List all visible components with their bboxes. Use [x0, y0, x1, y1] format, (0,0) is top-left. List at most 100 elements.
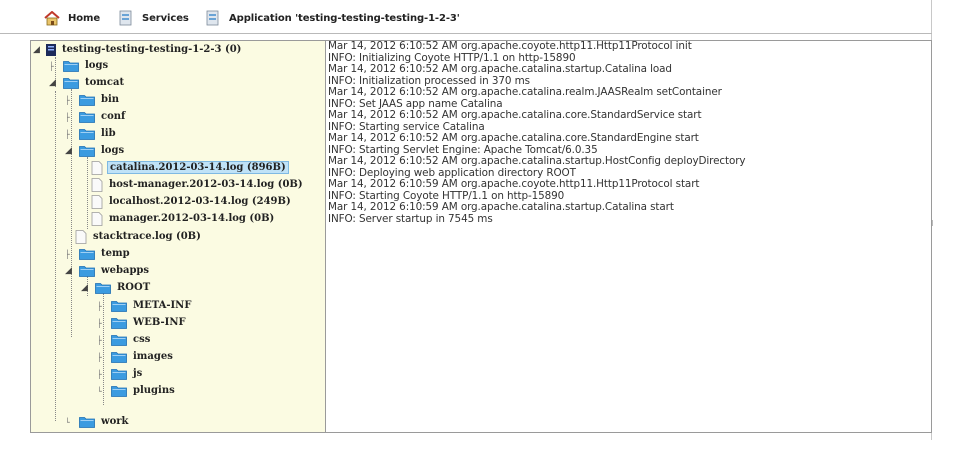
tree-node-label: temp [101, 248, 130, 259]
tree-node-label: testing-testing-testing-1-2-3 (0) [62, 44, 242, 55]
tree-connector [55, 91, 56, 421]
tree-node-label: tomcat [85, 77, 125, 88]
tree-node-folder[interactable]: ├ lib [65, 125, 118, 142]
tree-node-folder[interactable]: ├ WEB-INF [97, 314, 188, 331]
tree-node-label: js [133, 368, 143, 379]
tree-node-folder[interactable]: ├ logs [49, 57, 110, 74]
tree-node-label: manager.2012-03-14.log (0B) [109, 213, 275, 224]
collapsed-toggle-icon[interactable]: └ [97, 386, 111, 396]
window-edge-marker [932, 220, 933, 226]
log-line: Mar 14, 2012 6:10:52 AM org.apache.coyot… [328, 41, 692, 52]
tree-node-folder[interactable]: ├ temp [65, 245, 132, 262]
folder-icon [79, 248, 95, 260]
expanded-toggle-icon[interactable]: ◢ [65, 146, 79, 156]
tree-node-file[interactable]: catalina.2012-03-14.log (896B) [91, 159, 289, 176]
tree-node-label: conf [101, 111, 126, 122]
folder-icon [79, 145, 95, 157]
folder-icon [111, 368, 127, 380]
log-line: Mar 14, 2012 6:10:52 AM org.apache.catal… [328, 86, 722, 98]
collapsed-toggle-icon[interactable]: ├ [97, 301, 111, 311]
log-line: Mar 14, 2012 6:10:52 AM org.apache.catal… [328, 155, 746, 167]
tree-node-label: ROOT [117, 282, 151, 293]
tree-node-file[interactable]: localhost.2012-03-14.log (249B) [91, 193, 293, 210]
tree-node-label: bin [101, 94, 120, 105]
home-icon [44, 10, 60, 25]
tree-node-label: localhost.2012-03-14.log (249B) [109, 196, 291, 207]
folder-icon [79, 416, 95, 428]
folder-icon [79, 111, 95, 123]
folder-icon [95, 282, 111, 294]
tree-node-folder[interactable]: ├ META-INF [97, 297, 193, 314]
tree-node-folder[interactable]: ◢ logs [65, 142, 126, 159]
tree-node-label: logs [101, 145, 125, 156]
log-line: Mar 14, 2012 6:10:52 AM org.apache.catal… [328, 132, 699, 144]
collapsed-toggle-icon[interactable]: ├ [97, 318, 111, 328]
expanded-toggle-icon[interactable]: ◢ [81, 283, 95, 293]
breadcrumb-home[interactable]: Home [44, 10, 100, 26]
tree-node-folder[interactable]: ├ conf [65, 108, 127, 125]
collapsed-toggle-icon[interactable]: ├ [65, 95, 79, 105]
tree-connector [87, 157, 88, 229]
folder-icon [111, 300, 127, 312]
tree-node-label: WEB-INF [133, 317, 186, 328]
folder-icon [111, 317, 127, 329]
collapsed-toggle-icon[interactable]: ├ [65, 112, 79, 122]
log-line: Mar 14, 2012 6:10:59 AM org.apache.coyot… [328, 178, 700, 190]
folder-icon [79, 94, 95, 106]
application-frame: Home Services Application 'testing-testi… [0, 0, 932, 440]
breadcrumb-application[interactable]: Application 'testing-testing-testing-1-2… [205, 10, 460, 26]
tree-node-label: lib [101, 128, 116, 139]
folder-icon [63, 77, 79, 89]
application-icon [206, 10, 219, 26]
tree-node-folder[interactable]: ├ images [97, 348, 175, 365]
tree-node-folder[interactable]: ◢ tomcat [49, 74, 126, 91]
collapsed-toggle-icon[interactable]: ├ [49, 61, 63, 71]
tree-node-folder[interactable]: ◢ ROOT [81, 279, 152, 296]
tree-node-folder[interactable]: └ work [65, 413, 130, 430]
folder-icon [111, 351, 127, 363]
folder-icon [111, 385, 127, 397]
server-icon [46, 43, 56, 56]
tree-node-label: META-INF [133, 300, 192, 311]
tree-node-label: logs [85, 60, 109, 71]
collapsed-toggle-icon[interactable]: ├ [97, 335, 111, 345]
log-line: Mar 14, 2012 6:10:52 AM org.apache.catal… [328, 63, 672, 75]
breadcrumb-services[interactable]: Services [118, 10, 189, 26]
expanded-toggle-icon[interactable]: ◢ [49, 78, 63, 88]
folder-icon [79, 265, 95, 277]
expanded-toggle-icon[interactable]: ◢ [33, 45, 45, 55]
collapsed-toggle-icon[interactable]: ├ [65, 129, 79, 139]
tree-node-file[interactable]: manager.2012-03-14.log (0B) [91, 210, 276, 227]
tree-node-folder[interactable]: ├ bin [65, 91, 121, 108]
file-icon [91, 211, 103, 226]
folder-icon [79, 128, 95, 140]
log-output[interactable]: Mar 14, 2012 6:10:52 AM org.apache.coyot… [326, 41, 931, 432]
tree-node-label: host-manager.2012-03-14.log (0B) [109, 179, 303, 190]
tree-node-folder[interactable]: ├ css [97, 331, 152, 348]
log-line: INFO: Server startup in 7545 ms [328, 212, 493, 225]
tree-node-label: webapps [101, 265, 150, 276]
tree-node-label: css [133, 334, 151, 345]
tree-node-root[interactable]: ◢ testing-testing-testing-1-2-3 (0) [33, 41, 243, 58]
file-tree[interactable]: ◢ testing-testing-testing-1-2-3 (0) ├ lo… [31, 41, 326, 432]
folder-icon [111, 334, 127, 346]
collapsed-toggle-icon[interactable]: ├ [97, 369, 111, 379]
collapsed-toggle-icon[interactable]: ├ [65, 249, 79, 259]
tree-node-file[interactable]: host-manager.2012-03-14.log (0B) [91, 176, 305, 193]
file-icon [75, 229, 87, 244]
tree-node-label: images [133, 351, 173, 362]
content-panes: ◢ testing-testing-testing-1-2-3 (0) ├ lo… [30, 40, 932, 433]
tree-node-label: catalina.2012-03-14.log (896B) [107, 161, 289, 174]
folder-icon [63, 60, 79, 72]
tree-node-folder[interactable]: ├ js [97, 365, 144, 382]
tree-node-folder[interactable]: └ plugins [97, 382, 177, 399]
collapsed-toggle-icon[interactable]: ├ [97, 352, 111, 362]
expanded-toggle-icon[interactable]: ◢ [65, 266, 79, 276]
breadcrumb: Home Services Application 'testing-testi… [0, 0, 932, 34]
tree-node-folder[interactable]: ◢ webapps [65, 262, 151, 279]
file-icon [91, 160, 103, 175]
tree-node-file[interactable]: stacktrace.log (0B) [75, 228, 203, 245]
services-icon [119, 10, 132, 26]
collapsed-toggle-icon[interactable]: └ [65, 417, 79, 427]
log-line: Mar 14, 2012 6:10:59 AM org.apache.catal… [328, 201, 674, 213]
